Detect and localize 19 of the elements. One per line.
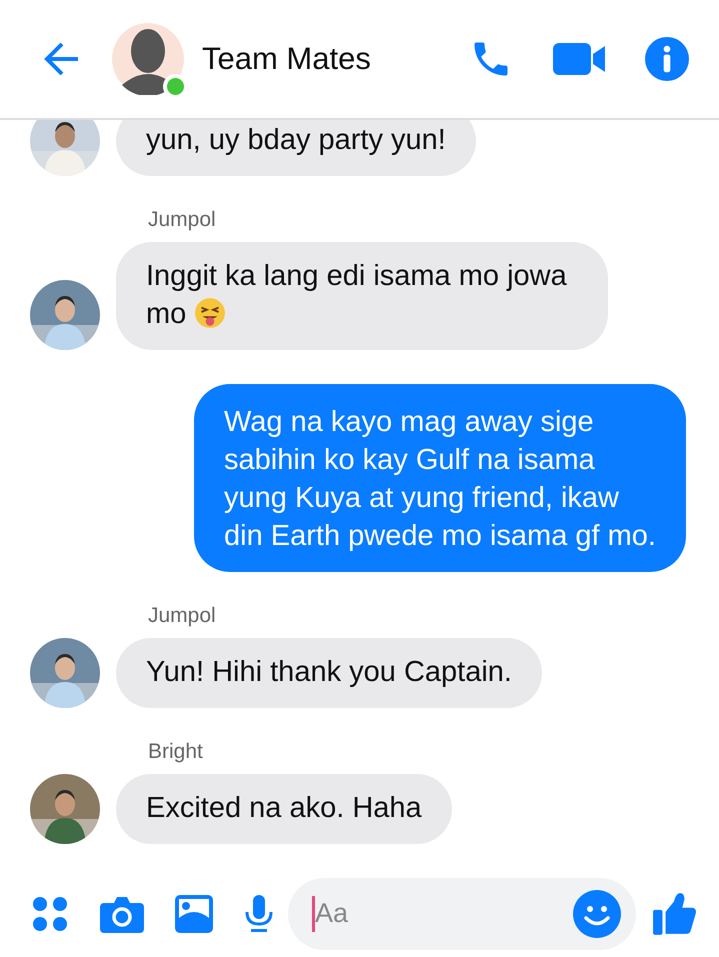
camera-icon[interactable] bbox=[100, 894, 144, 932]
sent-message-bubble: Wag na kayo mag away sige sabihin ko kay Gulf na isama yung Kuya at yung friend, ikaw din Earth pwede mo isama gf mo. bbox=[194, 384, 686, 572]
received-message-bubble: Inggit ka lang edi isama mo jowa mo bbox=[116, 242, 608, 350]
thumbs-up-icon[interactable] bbox=[652, 890, 698, 936]
received-message-bubble: yun, uy bday party yun! bbox=[116, 120, 476, 176]
group-avatar bbox=[112, 23, 184, 95]
message-field[interactable]: Aa bbox=[288, 878, 636, 950]
received-message-bubble: Excited na ako. Haha bbox=[116, 774, 452, 844]
apps-icon[interactable] bbox=[32, 896, 68, 932]
sender-name: Bright bbox=[148, 740, 204, 764]
sender-name: Jumpol bbox=[148, 604, 217, 628]
image-icon[interactable] bbox=[174, 894, 214, 934]
video-camera-icon[interactable] bbox=[553, 41, 605, 77]
received-message-bubble: Yun! Hihi thank you Captain. bbox=[116, 638, 542, 708]
chat-title: Team Mates bbox=[202, 41, 371, 77]
smiley-icon[interactable] bbox=[572, 888, 622, 938]
sender-name: Jumpol bbox=[148, 208, 217, 232]
info-icon[interactable] bbox=[645, 37, 689, 81]
microphone-icon[interactable] bbox=[244, 894, 274, 934]
